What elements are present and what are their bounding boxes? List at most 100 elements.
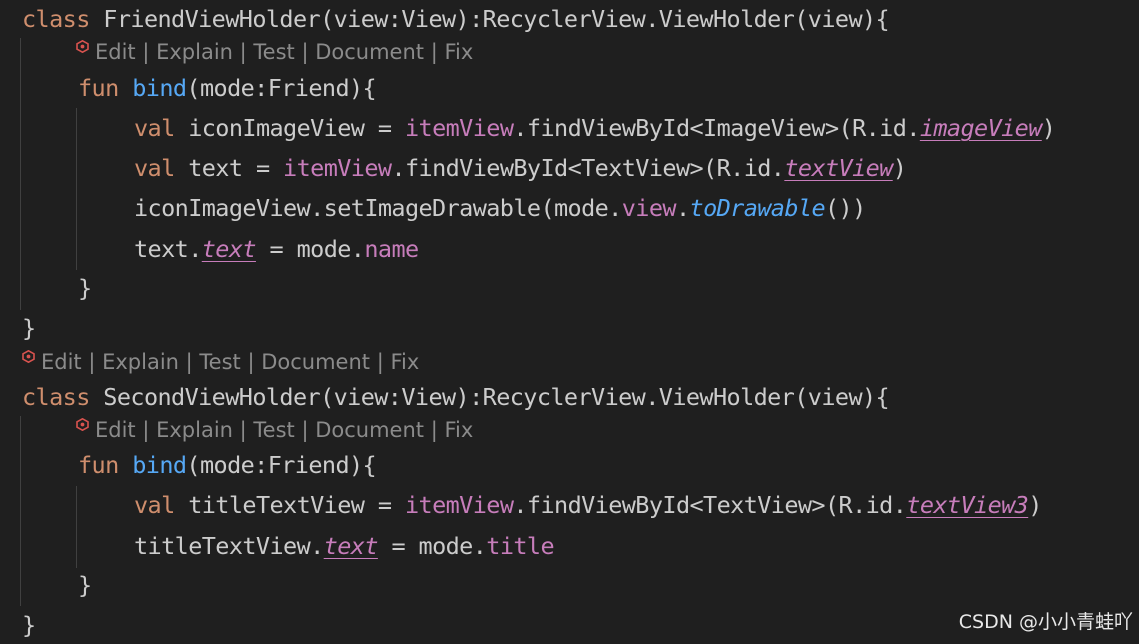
codelens-edit[interactable]: Edit (95, 40, 136, 64)
code-text: text. (134, 235, 202, 263)
closing-brace: } (78, 571, 92, 599)
code-text: (mode:Friend){ (186, 451, 377, 479)
codelens-separator: | (424, 418, 445, 442)
code-text: = mode. (255, 235, 365, 263)
extension-function: toDrawable (689, 194, 826, 222)
codelens-document[interactable]: Document (261, 350, 370, 374)
code-text: FriendViewHolder(view:View):RecyclerView… (89, 5, 890, 33)
codelens-explain[interactable]: Explain (156, 40, 233, 64)
code-line[interactable]: val iconImageView = itemView.findViewByI… (134, 109, 1056, 147)
codelens-edit[interactable]: Edit (41, 350, 82, 374)
code-line[interactable]: iconImageView.setImageDrawable(mode.view… (134, 189, 866, 227)
code-line[interactable]: } (22, 309, 36, 347)
keyword: val (134, 491, 175, 519)
code-line[interactable]: val titleTextView = itemView.findViewByI… (134, 486, 1042, 524)
synthetic-property-ref[interactable]: text (202, 235, 257, 263)
code-text: ()) (825, 194, 866, 222)
ai-assistant-icon[interactable] (22, 350, 35, 363)
closing-brace: } (22, 611, 36, 639)
codelens-bar: Edit | Explain | Test | Document | Fix (76, 38, 473, 66)
keyword: val (134, 114, 175, 142)
codelens-test[interactable]: Test (253, 40, 294, 64)
codelens-separator: | (294, 40, 316, 64)
codelens-test[interactable]: Test (199, 350, 240, 374)
code-line[interactable]: class SecondViewHolder(view:View):Recycl… (22, 378, 890, 416)
code-text: iconImageView.setImageDrawable(mode. (134, 194, 622, 222)
codelens-separator: | (294, 418, 316, 442)
synthetic-property-ref[interactable]: text (324, 532, 379, 560)
codelens-separator: | (424, 40, 445, 64)
function-name: bind (132, 451, 187, 479)
code-text: ) (1041, 114, 1056, 142)
code-text: iconImageView = (174, 114, 405, 142)
code-text: . (675, 194, 690, 222)
codelens-document[interactable]: Document (315, 418, 424, 442)
code-line[interactable]: val text = itemView.findViewById<TextVie… (134, 149, 907, 187)
code-line[interactable]: titleTextView.text = mode.title (134, 527, 555, 565)
code-text: .findViewById<TextView>(R.id. (391, 154, 785, 182)
codelens-explain[interactable]: Explain (102, 350, 179, 374)
resource-id-ref[interactable]: textView (784, 154, 893, 182)
codelens-separator: | (232, 40, 254, 64)
code-text: text = (174, 154, 284, 182)
closing-brace: } (78, 274, 92, 302)
code-text: .findViewById<TextView>(R.id. (513, 491, 907, 519)
function-name: bind (132, 74, 187, 102)
codelens-edit[interactable]: Edit (95, 418, 136, 442)
ai-assistant-icon[interactable] (76, 418, 89, 431)
codelens-separator: | (178, 350, 200, 374)
codelens-test[interactable]: Test (253, 418, 294, 442)
keyword: fun (78, 74, 119, 102)
codelens-fix[interactable]: Fix (444, 40, 473, 64)
indent-guide (76, 486, 77, 568)
codelens-fix[interactable]: Fix (390, 350, 419, 374)
codelens-bar: Edit | Explain | Test | Document | Fix (22, 348, 419, 376)
property-ref: itemView (404, 491, 514, 519)
code-editor[interactable]: class FriendViewHolder(view:View):Recycl… (0, 0, 1139, 640)
keyword: fun (78, 451, 119, 479)
property-ref: itemView (283, 154, 392, 182)
code-text: .findViewById<ImageView>(R.id. (513, 114, 920, 142)
property-ref: itemView (404, 114, 514, 142)
code-line[interactable]: fun bind(mode:Friend){ (78, 69, 377, 107)
resource-id-ref[interactable]: textView3 (906, 491, 1029, 519)
code-text: SecondViewHolder(view:View):RecyclerView… (89, 383, 890, 411)
resource-id-ref[interactable]: imageView (920, 114, 1043, 142)
code-line[interactable]: } (78, 566, 92, 604)
indent-guide (76, 108, 77, 270)
codelens-separator: | (370, 350, 391, 374)
codelens-separator: | (135, 40, 157, 64)
code-text: ) (892, 154, 907, 182)
code-text: ) (1028, 491, 1042, 519)
property-ref: name (364, 235, 419, 263)
ai-assistant-icon[interactable] (76, 40, 89, 53)
code-text: titleTextView = (174, 491, 405, 519)
indent-guide (20, 38, 21, 310)
codelens-document[interactable]: Document (315, 40, 424, 64)
watermark: CSDN @小小青蛙吖 (958, 611, 1133, 633)
keyword: class (22, 383, 90, 411)
property-ref: view (621, 194, 677, 222)
codelens-separator: | (81, 350, 103, 374)
code-text: (mode:Friend){ (186, 74, 377, 102)
codelens-explain[interactable]: Explain (156, 418, 233, 442)
keyword: class (22, 5, 90, 33)
closing-brace: } (22, 314, 36, 342)
code-line[interactable]: class FriendViewHolder(view:View):Recycl… (22, 0, 890, 38)
keyword: val (134, 154, 175, 182)
codelens-separator: | (240, 350, 262, 374)
property-ref: title (486, 532, 555, 560)
code-line[interactable]: fun bind(mode:Friend){ (78, 446, 377, 484)
code-text: titleTextView. (134, 532, 324, 560)
code-line[interactable]: } (78, 269, 92, 307)
codelens-separator: | (135, 418, 157, 442)
indent-guide (20, 416, 21, 606)
codelens-fix[interactable]: Fix (444, 418, 473, 442)
code-line[interactable]: text.text = mode.name (134, 230, 419, 268)
codelens-bar: Edit | Explain | Test | Document | Fix (76, 416, 473, 444)
codelens-separator: | (232, 418, 254, 442)
code-text: = mode. (377, 532, 487, 560)
code-line[interactable]: } (22, 606, 36, 644)
